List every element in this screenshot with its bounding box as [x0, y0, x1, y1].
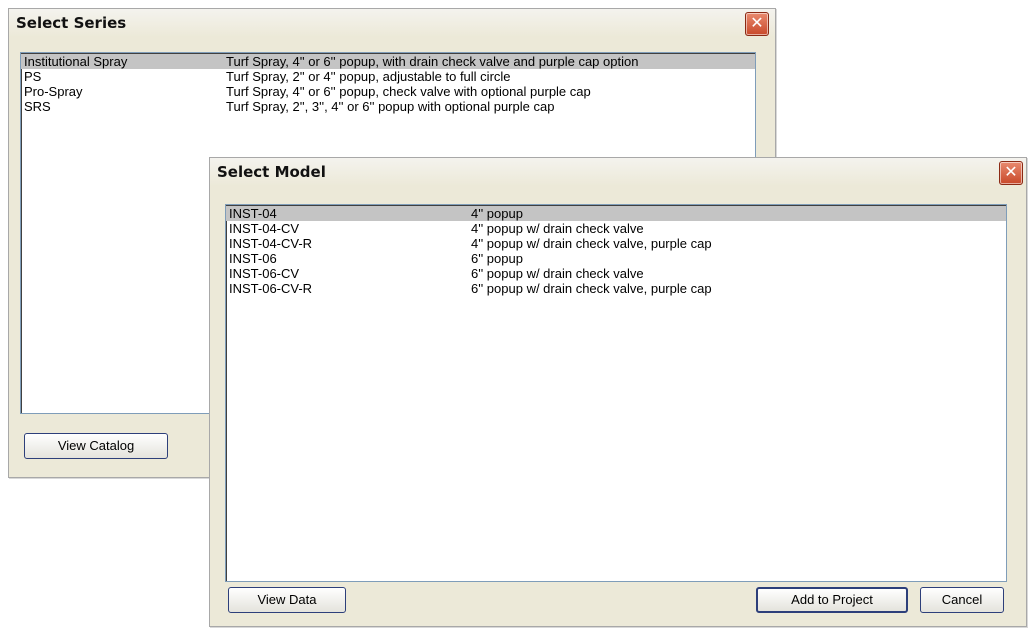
model-row-name: INST-06-CV — [229, 266, 300, 281]
series-close-button[interactable]: ✕ — [745, 12, 769, 36]
model-row-description: 6'' popup w/ drain check valve — [471, 266, 644, 281]
model-titlebar[interactable]: Select Model ✕ — [210, 158, 1026, 186]
model-row-name: INST-04-CV-R — [229, 236, 313, 251]
model-list-row[interactable]: INST-06-CV-R 6'' popup w/ drain check val… — [226, 281, 1006, 296]
close-icon: ✕ — [1004, 164, 1018, 181]
series-row-name: Pro-Spray — [24, 84, 83, 99]
view-catalog-button[interactable]: View Catalog — [24, 433, 168, 459]
cancel-button[interactable]: Cancel — [920, 587, 1004, 613]
model-list-row[interactable]: INST-04-CV-R 4'' popup w/ drain check val… — [226, 236, 1006, 251]
series-row-name: Institutional Spray — [24, 54, 128, 69]
close-icon: ✕ — [750, 15, 764, 32]
series-titlebar[interactable]: Select Series ✕ — [9, 9, 775, 37]
series-row-description: Turf Spray, 4'' or 6'' popup, check valv… — [226, 84, 591, 99]
series-row-name: SRS — [24, 99, 51, 114]
series-list-row[interactable]: PS Turf Spray, 2'' or 4'' popup, adjustab… — [21, 69, 755, 84]
model-row-name: INST-04-CV — [229, 221, 300, 236]
series-row-name: PS — [24, 69, 42, 84]
model-row-name: INST-06 — [229, 251, 277, 266]
series-row-description: Turf Spray, 2'', 3'', 4'' or 6'' popup w… — [226, 99, 555, 114]
series-list-row[interactable]: Pro-Spray Turf Spray, 4'' or 6'' popup, c… — [21, 84, 755, 99]
model-row-name: INST-04 — [229, 206, 277, 221]
model-row-description: 4'' popup w/ drain check valve, purple c… — [471, 236, 712, 251]
model-close-button[interactable]: ✕ — [999, 161, 1023, 185]
model-row-description: 4'' popup w/ drain check valve — [471, 221, 644, 236]
model-list-row[interactable]: INST-04 4'' popup — [226, 206, 1006, 221]
model-row-description: 6'' popup — [471, 251, 523, 266]
series-dialog-title: Select Series — [16, 14, 127, 32]
model-list-row[interactable]: INST-06 6'' popup — [226, 251, 1006, 266]
model-list-row[interactable]: INST-06-CV 6'' popup w/ drain check valve — [226, 266, 1006, 281]
add-to-project-button[interactable]: Add to Project — [756, 587, 908, 613]
model-row-description: 6'' popup w/ drain check valve, purple c… — [471, 281, 712, 296]
model-dialog-title: Select Model — [217, 163, 326, 181]
model-list-items: INST-04 4'' popup INST-04-CV 4'' popup w/ d… — [226, 205, 1006, 296]
model-row-description: 4'' popup — [471, 206, 523, 221]
model-row-name: INST-06-CV-R — [229, 281, 313, 296]
series-list-row[interactable]: SRS Turf Spray, 2'', 3'', 4'' or 6'' popu… — [21, 99, 755, 114]
model-list-row[interactable]: INST-04-CV 4'' popup w/ drain check valve — [226, 221, 1006, 236]
view-data-button[interactable]: View Data — [228, 587, 346, 613]
series-list-row[interactable]: Institutional Spray Turf Spray, 4'' or 6'… — [21, 54, 755, 69]
series-list-items: Institutional Spray Turf Spray, 4'' or 6'… — [21, 53, 755, 114]
series-row-description: Turf Spray, 2'' or 4'' popup, adjustable… — [226, 69, 511, 84]
series-row-description: Turf Spray, 4'' or 6'' popup, with drain… — [226, 54, 639, 69]
model-list[interactable]: INST-04 4'' popup INST-04-CV 4'' popup w/ d… — [225, 204, 1007, 582]
select-model-dialog: Select Model ✕ INST-04 4'' popup INST-04-C… — [209, 157, 1027, 627]
